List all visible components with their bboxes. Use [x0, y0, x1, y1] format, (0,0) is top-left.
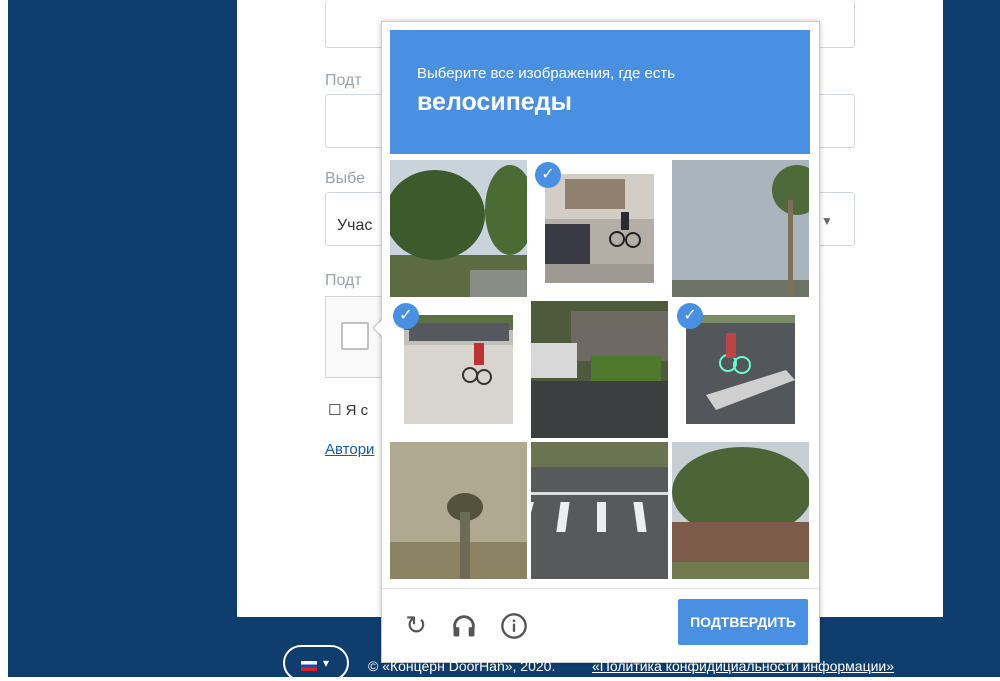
info-icon[interactable] — [498, 609, 530, 641]
captcha-tile-1[interactable] — [390, 160, 527, 297]
captcha-tile-9[interactable] — [672, 442, 809, 579]
captcha-tile-8[interactable] — [531, 442, 668, 579]
russian-flag-icon — [301, 661, 317, 671]
participant-select-value: Учас — [337, 217, 373, 234]
captcha-header: Выберите все изображения, где есть велос… — [390, 30, 810, 154]
captcha-tile-3[interactable] — [672, 160, 809, 297]
reload-icon[interactable]: ↻ — [400, 609, 432, 641]
verify-button[interactable]: ПОДТВЕРДИТЬ — [678, 599, 808, 645]
captcha-checkbox[interactable] — [341, 322, 369, 350]
auth-link[interactable]: Автори — [325, 441, 374, 458]
copyright-text: © «Концерн DoorHan», 2020. — [368, 658, 556, 674]
tile-2-selected-check-icon: ✓ — [535, 162, 561, 188]
confirm-label-2: Подт — [325, 272, 362, 289]
language-selector[interactable]: ▾ — [283, 645, 349, 681]
audio-icon[interactable] — [448, 609, 480, 641]
captcha-instruction: Выберите все изображения, где есть — [417, 65, 676, 82]
captcha-target-object: велосипеды — [417, 88, 572, 116]
tile-4-selected-check-icon: ✓ — [393, 303, 419, 329]
confirm-label-1: Подт — [325, 72, 362, 89]
captcha-pointer-inner — [374, 319, 383, 337]
captcha-footer: ↻ ПОДТВЕРДИТЬ — [382, 588, 819, 662]
chevron-down-icon: ▼ — [821, 214, 833, 228]
left-edge — [0, 0, 8, 677]
captcha-tile-5[interactable] — [531, 301, 668, 438]
tile-6-selected-check-icon: ✓ — [677, 303, 703, 329]
chevron-down-icon: ▾ — [323, 656, 330, 670]
captcha-tile-7[interactable] — [390, 442, 527, 579]
captcha-challenge: Выберите все изображения, где есть велос… — [381, 21, 820, 663]
select-label: Выбе — [325, 170, 366, 187]
agree-checkbox-label[interactable]: ☐ Я с — [328, 401, 368, 419]
privacy-policy-link[interactable]: «Политика конфидициальности информации» — [592, 658, 894, 674]
